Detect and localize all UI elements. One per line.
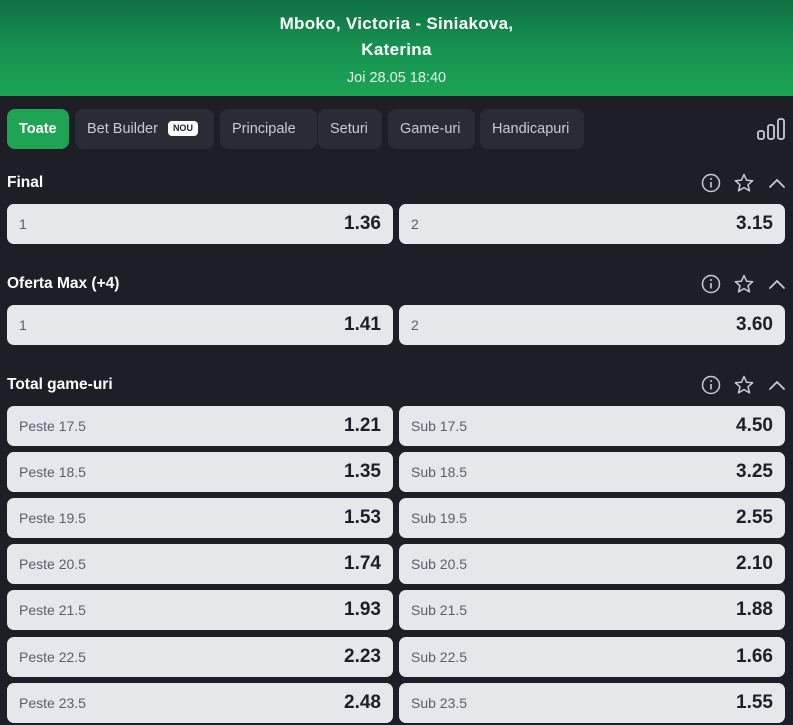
event-date: Joi 28.05 18:40 xyxy=(346,70,447,86)
tab-seturi[interactable]: Seturi xyxy=(318,109,382,149)
info-icon[interactable] xyxy=(700,172,722,194)
odd-label: Sub 17.5 xyxy=(411,418,468,434)
tab-label: Game-uri xyxy=(400,121,461,137)
odd-label: 2 xyxy=(411,216,419,232)
odd-value: 2.55 xyxy=(736,507,773,528)
tab-bet-builder[interactable]: Bet Builder NOU xyxy=(75,109,214,149)
odd-button[interactable]: Sub 19.5 2.55 xyxy=(399,498,785,538)
odd-label: Sub 22.5 xyxy=(411,649,468,665)
odd-button[interactable]: Peste 17.5 1.21 xyxy=(7,406,393,446)
odd-value: 1.55 xyxy=(736,692,773,713)
odd-button[interactable]: Peste 23.5 2.48 xyxy=(7,683,393,723)
odd-label: 2 xyxy=(411,317,419,333)
odd-label: Peste 18.5 xyxy=(19,464,86,480)
odd-button[interactable]: Sub 20.5 2.10 xyxy=(399,544,785,584)
odd-value: 1.21 xyxy=(344,415,381,436)
odd-button[interactable]: Peste 19.5 1.53 xyxy=(7,498,393,538)
odd-button[interactable]: Sub 17.5 4.50 xyxy=(399,406,785,446)
tab-label: Toate xyxy=(19,121,57,137)
odd-label: Sub 20.5 xyxy=(411,556,468,572)
tab-game-uri[interactable]: Game-uri xyxy=(388,109,475,149)
odd-label: 1 xyxy=(19,317,27,333)
odd-label: Peste 20.5 xyxy=(19,556,86,572)
bar-chart-icon[interactable] xyxy=(756,116,786,142)
odd-value: 2.23 xyxy=(344,646,381,667)
odd-button[interactable]: Sub 22.5 1.66 xyxy=(399,637,785,677)
odd-button[interactable]: Peste 22.5 2.23 xyxy=(7,637,393,677)
odd-value: 1.53 xyxy=(344,507,381,528)
event-header: Mboko, Victoria - Siniakova, Katerina Jo… xyxy=(0,0,793,96)
odd-value: 1.74 xyxy=(344,553,381,574)
tab-toate[interactable]: Toate xyxy=(7,109,69,149)
odd-value: 3.25 xyxy=(736,461,773,482)
info-icon[interactable] xyxy=(700,374,722,396)
market-title: Total game-uri xyxy=(7,376,113,393)
odd-button[interactable]: Sub 18.5 3.25 xyxy=(399,452,785,492)
market-actions xyxy=(700,374,792,398)
match-title: Mboko, Victoria - Siniakova, xyxy=(279,14,514,33)
odd-label: Peste 17.5 xyxy=(19,418,86,434)
odd-label: Peste 23.5 xyxy=(19,695,86,711)
tab-label: Handicapuri xyxy=(492,121,570,137)
odd-label: 1 xyxy=(19,216,27,232)
tab-label: Bet Builder xyxy=(87,121,158,137)
odd-value: 1.41 xyxy=(344,314,381,335)
odd-value: 1.36 xyxy=(344,213,381,234)
odd-label: Sub 21.5 xyxy=(411,602,468,618)
tab-handicapuri[interactable]: Handicapuri xyxy=(480,109,584,149)
odd-label: Sub 23.5 xyxy=(411,695,468,711)
odd-button[interactable]: Sub 23.5 1.55 xyxy=(399,683,785,723)
tab-label: Seturi xyxy=(330,121,368,137)
odd-value: 1.66 xyxy=(736,646,773,667)
odd-label: Peste 21.5 xyxy=(19,602,86,618)
odd-value: 2.48 xyxy=(344,692,381,713)
odd-value: 3.60 xyxy=(736,314,773,335)
odd-label: Sub 19.5 xyxy=(411,510,468,526)
odd-value: 1.88 xyxy=(736,599,773,620)
tab-label: Principale xyxy=(232,121,296,137)
chevron-up-icon[interactable] xyxy=(766,172,788,194)
odd-button[interactable]: Peste 20.5 1.74 xyxy=(7,544,393,584)
info-icon[interactable] xyxy=(700,273,722,295)
odd-button[interactable]: 1 1.36 xyxy=(7,204,393,244)
odd-value: 1.93 xyxy=(344,599,381,620)
odd-label: Sub 18.5 xyxy=(411,464,468,480)
market-actions xyxy=(700,172,792,196)
odd-button[interactable]: Sub 21.5 1.88 xyxy=(399,590,785,630)
odd-value: 2.10 xyxy=(736,553,773,574)
odd-value: 1.35 xyxy=(344,461,381,482)
market-title: Oferta Max (+4) xyxy=(7,275,120,292)
odd-button[interactable]: Peste 21.5 1.93 xyxy=(7,590,393,630)
market-actions xyxy=(700,273,792,297)
star-icon[interactable] xyxy=(733,374,755,396)
new-badge: NOU xyxy=(167,120,198,136)
odd-button[interactable]: 2 3.15 xyxy=(399,204,785,244)
chevron-up-icon[interactable] xyxy=(766,374,788,396)
star-icon[interactable] xyxy=(733,273,755,295)
market-title: Final xyxy=(7,174,44,191)
chevron-up-icon[interactable] xyxy=(766,273,788,295)
star-icon[interactable] xyxy=(733,172,755,194)
odd-button[interactable]: 1 1.41 xyxy=(7,305,393,345)
tab-principale[interactable]: Principale xyxy=(220,109,317,149)
odd-button[interactable]: 2 3.60 xyxy=(399,305,785,345)
odd-button[interactable]: Peste 18.5 1.35 xyxy=(7,452,393,492)
odd-label: Peste 22.5 xyxy=(19,649,86,665)
odd-value: 4.50 xyxy=(736,415,773,436)
odd-label: Peste 19.5 xyxy=(19,510,86,526)
odd-value: 3.15 xyxy=(736,213,773,234)
match-title-continued: Katerina xyxy=(361,40,432,59)
